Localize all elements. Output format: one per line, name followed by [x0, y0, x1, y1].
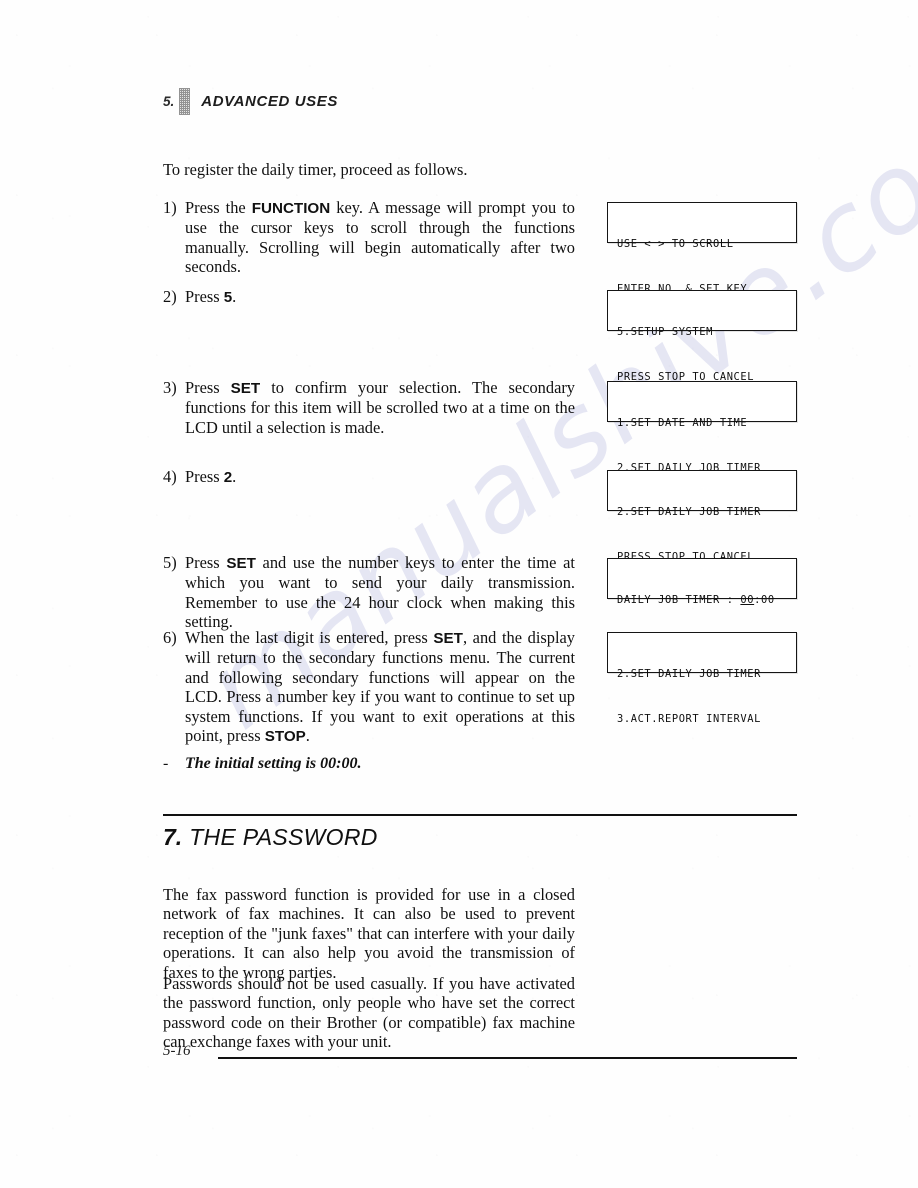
step-marker: 6): [163, 628, 177, 647]
key-name-emphasis: FUNCTION: [251, 200, 331, 217]
chapter-number: 5.: [163, 94, 175, 109]
section-heading: 7. THE PASSWORD: [163, 824, 378, 851]
lcd-line-1: 2.SET DAILY JOB TIMER: [617, 506, 761, 518]
lcd-panel: 2.SET DAILY JOB TIMER 3.ACT.REPORT INTER…: [607, 632, 797, 725]
lcd-label-prefix: DAILY JOB TIMER :: [617, 594, 741, 606]
lcd-panel: 2.SET DAILY JOB TIMER PRESS STOP TO CANC…: [607, 470, 797, 563]
text-run: .: [232, 287, 237, 306]
key-name-emphasis: SET: [230, 380, 261, 397]
note-item: - The initial setting is 00:00.: [163, 754, 575, 773]
lcd-panel: DAILY JOB TIMER : 00:00 ENTER & SET KEY: [607, 558, 797, 651]
section-paragraph: The fax password function is provided fo…: [163, 885, 575, 982]
step-marker: 5): [163, 553, 177, 572]
text-run: .: [305, 726, 310, 746]
lcd-line-2: 3.ACT.REPORT INTERVAL: [617, 713, 761, 725]
section-title: THE PASSWORD: [189, 824, 378, 850]
step-marker: 4): [163, 467, 177, 486]
key-name-emphasis: SET: [433, 630, 463, 647]
step-text: Press the FUNCTION key. A message will p…: [185, 198, 575, 277]
key-name-emphasis: SET: [226, 555, 256, 572]
key-name-emphasis: 5: [223, 289, 233, 306]
section-divider-rule: [163, 814, 797, 816]
running-head-title: ADVANCED USES: [201, 93, 338, 110]
step-item: 1) Press the FUNCTION key. A message wil…: [163, 198, 575, 277]
text-run: Press: [185, 553, 227, 572]
page-number: 5-16: [163, 1043, 191, 1059]
lcd-line-1: DAILY JOB TIMER : 00:00: [617, 593, 796, 608]
running-head: 5. ADVANCED USES: [163, 88, 338, 115]
step-marker: 2): [163, 287, 177, 306]
step-text: Press 2.: [185, 467, 575, 487]
lcd-panel: USE < > TO SCROLL ENTER NO. & SET KEY: [607, 202, 797, 295]
step-item: 5) Press SET and use the number keys to …: [163, 553, 575, 632]
lcd-line-1: 1.SET DATE AND TIME: [617, 417, 748, 429]
step-item: 6) When the last digit is entered, press…: [163, 628, 575, 746]
hatch-bar-icon: [179, 88, 191, 115]
text-run: .: [232, 467, 237, 486]
text-run: Press: [185, 467, 224, 486]
intro-paragraph: To register the daily timer, proceed as …: [163, 160, 468, 179]
step-marker: 3): [163, 378, 177, 397]
text-run: When the last digit is entered, press: [185, 628, 434, 647]
step-item: 3) Press SET to confirm your selection. …: [163, 378, 575, 437]
step-text: Press SET and use the number keys to ent…: [185, 553, 575, 632]
text-run: Press the: [185, 198, 252, 217]
key-name-emphasis: STOP: [264, 728, 306, 746]
section-number: 7.: [163, 824, 183, 850]
step-item: 4) Press 2.: [163, 467, 575, 487]
footer-rule: [218, 1057, 797, 1059]
lcd-panel: 1.SET DATE AND TIME 2.SET DAILY JOB TIME…: [607, 381, 797, 474]
note-dash: -: [163, 755, 169, 772]
lcd-value-underlined: 00: [740, 594, 755, 606]
step-text: When the last digit is entered, press SE…: [185, 628, 575, 746]
text-run: Press: [185, 378, 231, 397]
step-item: 2) Press 5.: [163, 287, 575, 307]
step-text: Press 5.: [185, 287, 575, 307]
key-name-emphasis: 2: [223, 469, 233, 486]
lcd-line-1: 5.SETUP SYSTEM: [617, 326, 713, 338]
text-run: Press: [185, 287, 224, 306]
document-page: manualshive.com 5. ADVANCED USES To regi…: [0, 0, 918, 1188]
step-text: Press SET to confirm your selection. The…: [185, 378, 575, 437]
section-paragraph: Passwords should not be used casually. I…: [163, 974, 575, 1052]
lcd-line-1: 2.SET DAILY JOB TIMER: [617, 668, 761, 680]
lcd-line-1: USE < > TO SCROLL: [617, 238, 734, 250]
lcd-panel: 5.SETUP SYSTEM PRESS STOP TO CANCEL: [607, 290, 797, 383]
note-text: The initial setting is 00:00.: [185, 755, 362, 772]
step-marker: 1): [163, 198, 177, 217]
lcd-value-suffix: :00: [754, 594, 775, 606]
